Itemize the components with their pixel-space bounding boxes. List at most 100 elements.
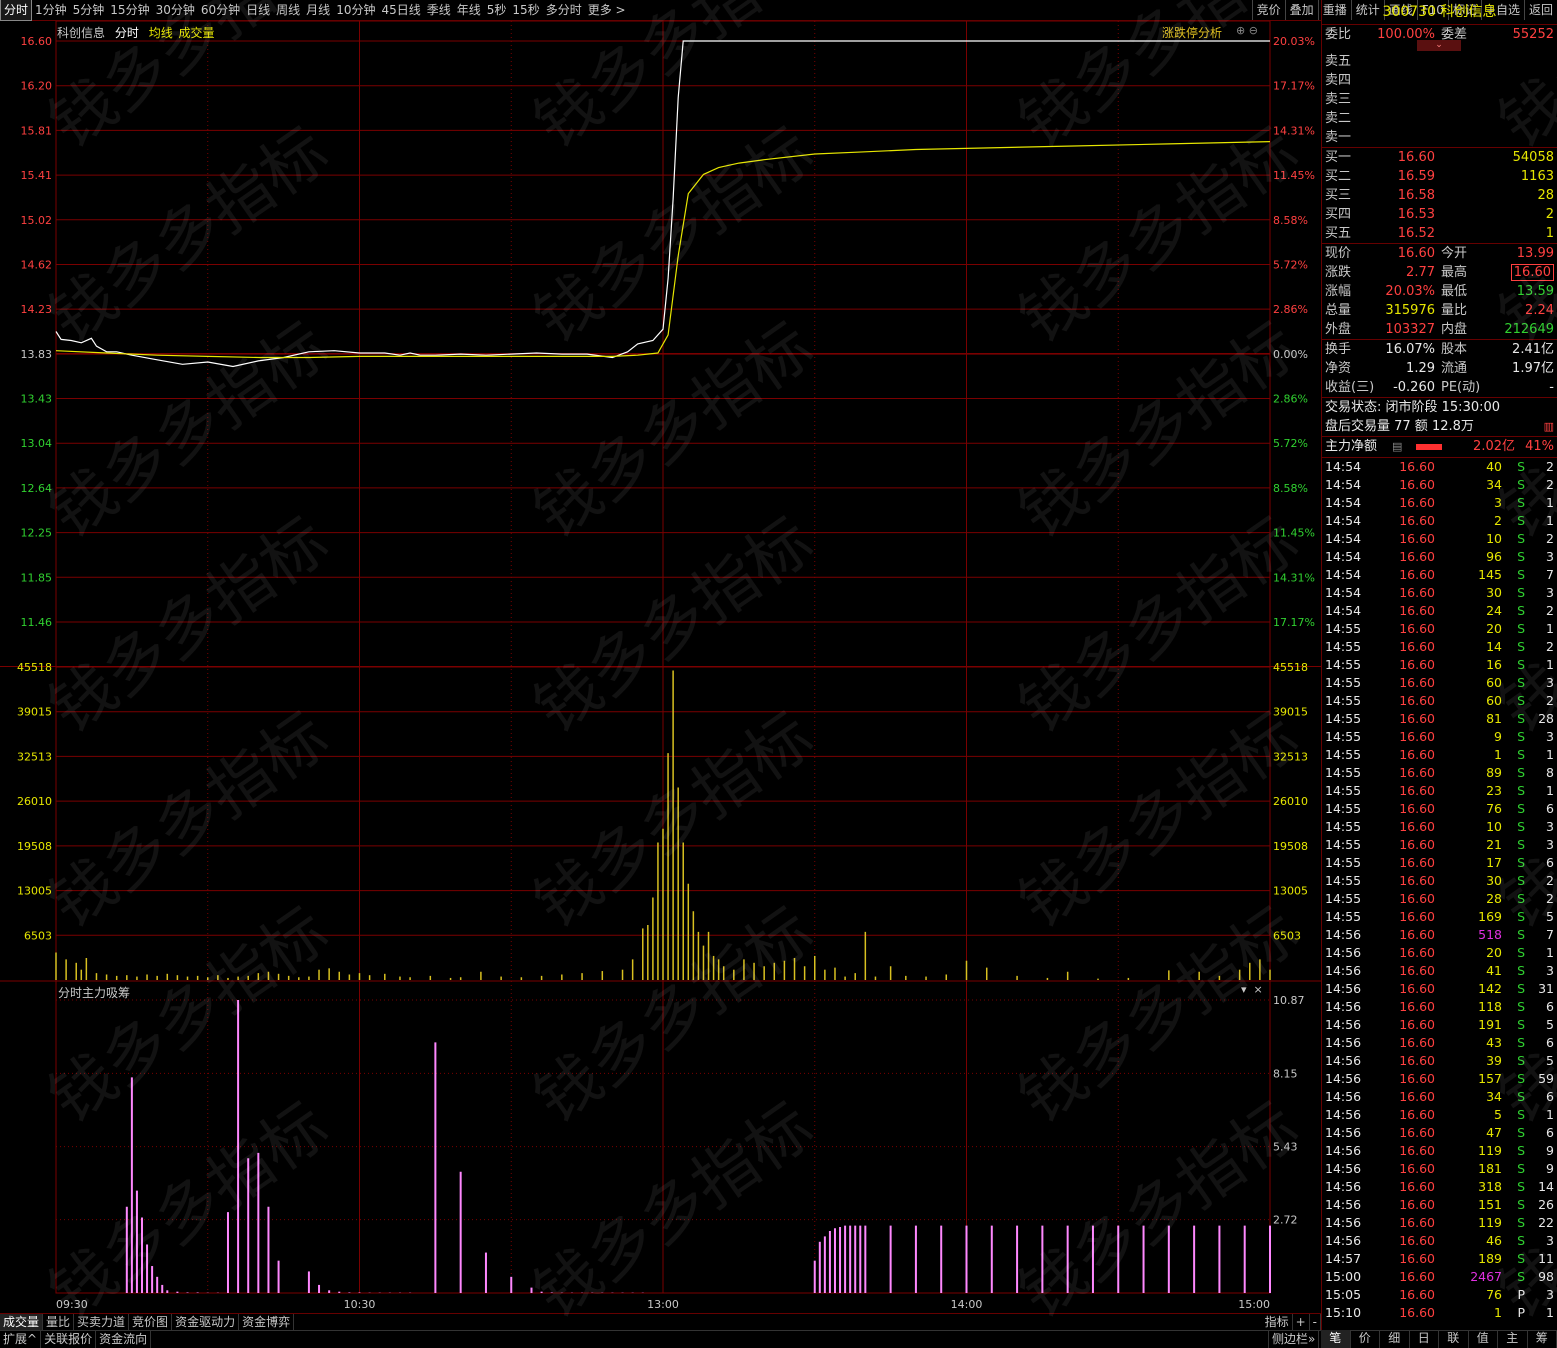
indicator-tab-4[interactable]: 资金驱动力 — [172, 1314, 240, 1330]
trade-time: 14:55 — [1325, 639, 1362, 654]
legend-avg[interactable]: 均线 — [149, 26, 173, 40]
buy-row-4: 买五 16.52 1 — [1322, 224, 1557, 243]
period-tab-15[interactable]: 多分时 — [543, 0, 585, 20]
quote-value: 20.03% — [1385, 284, 1435, 299]
indicator-tab-1[interactable]: 量比 — [43, 1314, 75, 1330]
period-tab-6[interactable]: 日线 — [243, 0, 273, 20]
minus-icon[interactable]: ⊖ — [1249, 24, 1258, 37]
trade-qty: 9 — [1494, 729, 1502, 744]
trade-list: 14:54 16.60 40 S 2 14:54 16.60 34 S 2 14:54 16.60 3 S… — [1322, 458, 1557, 1322]
trade-side: S — [1517, 981, 1525, 996]
period-tab-5[interactable]: 60分钟 — [198, 0, 243, 20]
chart-area: 16.60 20.03% 16.20 17.17% 15.81 14.31% 15.41 11… — [0, 21, 1321, 1314]
side-tab-1[interactable]: 价 — [1351, 1330, 1380, 1348]
collapse-button[interactable]: ⌄ — [1322, 40, 1557, 52]
legend-fenshi[interactable]: 分时 — [115, 26, 139, 40]
trade-price: 16.60 — [1399, 1287, 1435, 1302]
trade-row: 14:55 16.60 28 S 2 — [1322, 890, 1557, 908]
dropdown-icon[interactable]: ▾ — [1241, 983, 1247, 996]
trade-price: 16.60 — [1399, 729, 1435, 744]
trade-price: 16.60 — [1399, 945, 1435, 960]
period-tab-10[interactable]: 45日线 — [378, 0, 423, 20]
close-icon[interactable]: × — [1254, 983, 1263, 996]
side-tab-4[interactable]: 联 — [1439, 1330, 1469, 1348]
period-tab-12[interactable]: 年线 — [454, 0, 484, 20]
period-tab-0[interactable]: 分时 — [0, 0, 33, 21]
indicator-tab-5[interactable]: 资金博弈 — [239, 1314, 295, 1330]
toolbar-button-0[interactable]: 竞价 — [1251, 0, 1285, 20]
trade-side: S — [1517, 693, 1525, 708]
period-tab-4[interactable]: 30分钟 — [153, 0, 198, 20]
chevron-down-icon[interactable]: ⌄ — [1417, 40, 1461, 51]
legend-vol[interactable]: 成交量 — [179, 26, 215, 40]
extension-tab-0[interactable]: 扩展^ — [0, 1331, 42, 1348]
fund-value-2: 1.97亿 — [1512, 361, 1554, 376]
trade-time: 14:54 — [1325, 459, 1362, 474]
trade-count: 7 — [1546, 567, 1554, 582]
quote-value-2: 2.24 — [1525, 303, 1554, 318]
trade-price: 16.60 — [1399, 1071, 1435, 1086]
trade-row: 14:56 16.60 518 S 7 — [1322, 926, 1557, 944]
trade-time: 14:55 — [1325, 711, 1362, 726]
indicator-tab-0[interactable]: 成交量 — [0, 1314, 44, 1330]
quote-value-2: 13.99 — [1516, 246, 1554, 261]
sub-tick-label: 2.72 — [1273, 1214, 1298, 1227]
volume-tick-label: 45518 — [17, 661, 52, 674]
trade-count: 2 — [1546, 531, 1554, 546]
period-tab-16[interactable]: 更多 > — [585, 0, 629, 20]
trade-qty: 518 — [1478, 927, 1502, 942]
price-tick-label: 15.02 — [21, 214, 53, 227]
indicator-control-2[interactable]: - — [1310, 1314, 1321, 1330]
period-tab-9[interactable]: 10分钟 — [333, 0, 378, 20]
period-tab-3[interactable]: 15分钟 — [107, 0, 152, 20]
trade-count: 14 — [1538, 1179, 1554, 1194]
indicator-controls: 指标 + - — [1262, 1314, 1321, 1330]
side-tab-0[interactable]: 笔 — [1321, 1330, 1351, 1348]
main-net-row: 主力净额 ▤ 2.02亿 41% — [1322, 437, 1557, 457]
period-tab-7[interactable]: 周线 — [273, 0, 303, 20]
trade-time: 14:55 — [1325, 855, 1362, 870]
trade-row: 14:55 16.60 60 S 2 — [1322, 692, 1557, 710]
side-tab-6[interactable]: 主 — [1498, 1330, 1528, 1348]
trade-side: S — [1517, 1179, 1525, 1194]
period-tab-14[interactable]: 15秒 — [509, 0, 542, 20]
trade-qty: 145 — [1478, 567, 1502, 582]
indicator-control-1[interactable]: + — [1293, 1314, 1310, 1330]
sell-row-4: 卖一 — [1322, 128, 1557, 147]
trade-time: 14:54 — [1325, 567, 1362, 582]
side-tab-3[interactable]: 日 — [1410, 1330, 1439, 1348]
trade-side: S — [1517, 873, 1525, 888]
trade-side: S — [1517, 1089, 1525, 1104]
period-tab-13[interactable]: 5秒 — [484, 0, 510, 20]
period-tab-11[interactable]: 季线 — [424, 0, 454, 20]
quote-value: 16.60 — [1397, 246, 1435, 261]
extension-tab-1[interactable]: 关联报价 — [41, 1331, 97, 1348]
limit-analysis-link[interactable]: 涨跌停分析 — [1162, 24, 1222, 41]
sell-row-2: 卖三 — [1322, 90, 1557, 109]
period-tab-2[interactable]: 5分钟 — [70, 0, 108, 20]
side-tab-5[interactable]: 值 — [1469, 1330, 1498, 1348]
side-tab-7[interactable]: 筹 — [1528, 1330, 1557, 1348]
trade-side: P — [1517, 1305, 1525, 1320]
trade-time: 15:00 — [1325, 1269, 1362, 1284]
fund-label: 收益(三) — [1325, 380, 1375, 395]
quote-sidebar: 300730 科创信息 委比 100.00% 委差 55252 ⌄ 卖五 卖四 卖三 卖二 卖一 买一… — [1321, 0, 1557, 1330]
side-tab-2[interactable]: 细 — [1380, 1330, 1410, 1348]
toolbar-button-1[interactable]: 叠加 — [1284, 0, 1318, 20]
price-tick-label: 16.60 — [21, 35, 53, 48]
sidebar-toggle[interactable]: 侧边栏» — [1268, 1331, 1320, 1348]
quote-label-2: 量比 — [1441, 303, 1468, 318]
period-tab-1[interactable]: 1分钟 — [32, 0, 70, 20]
indicator-tab-2[interactable]: 买卖力道 — [74, 1314, 130, 1330]
period-tab-8[interactable]: 月线 — [303, 0, 333, 20]
trade-side: S — [1517, 747, 1525, 762]
expand-icon[interactable]: ⊕ — [1236, 24, 1245, 37]
indicator-control-0[interactable]: 指标 — [1262, 1314, 1293, 1330]
trade-side: S — [1517, 1125, 1525, 1140]
trade-qty: 60 — [1486, 675, 1502, 690]
extension-tab-2[interactable]: 资金流向 — [96, 1331, 152, 1348]
trade-qty: 10 — [1486, 531, 1502, 546]
indicator-tab-3[interactable]: 竞价图 — [129, 1314, 173, 1330]
trade-qty: 34 — [1486, 477, 1502, 492]
trade-row: 14:54 16.60 40 S 2 — [1322, 458, 1557, 476]
